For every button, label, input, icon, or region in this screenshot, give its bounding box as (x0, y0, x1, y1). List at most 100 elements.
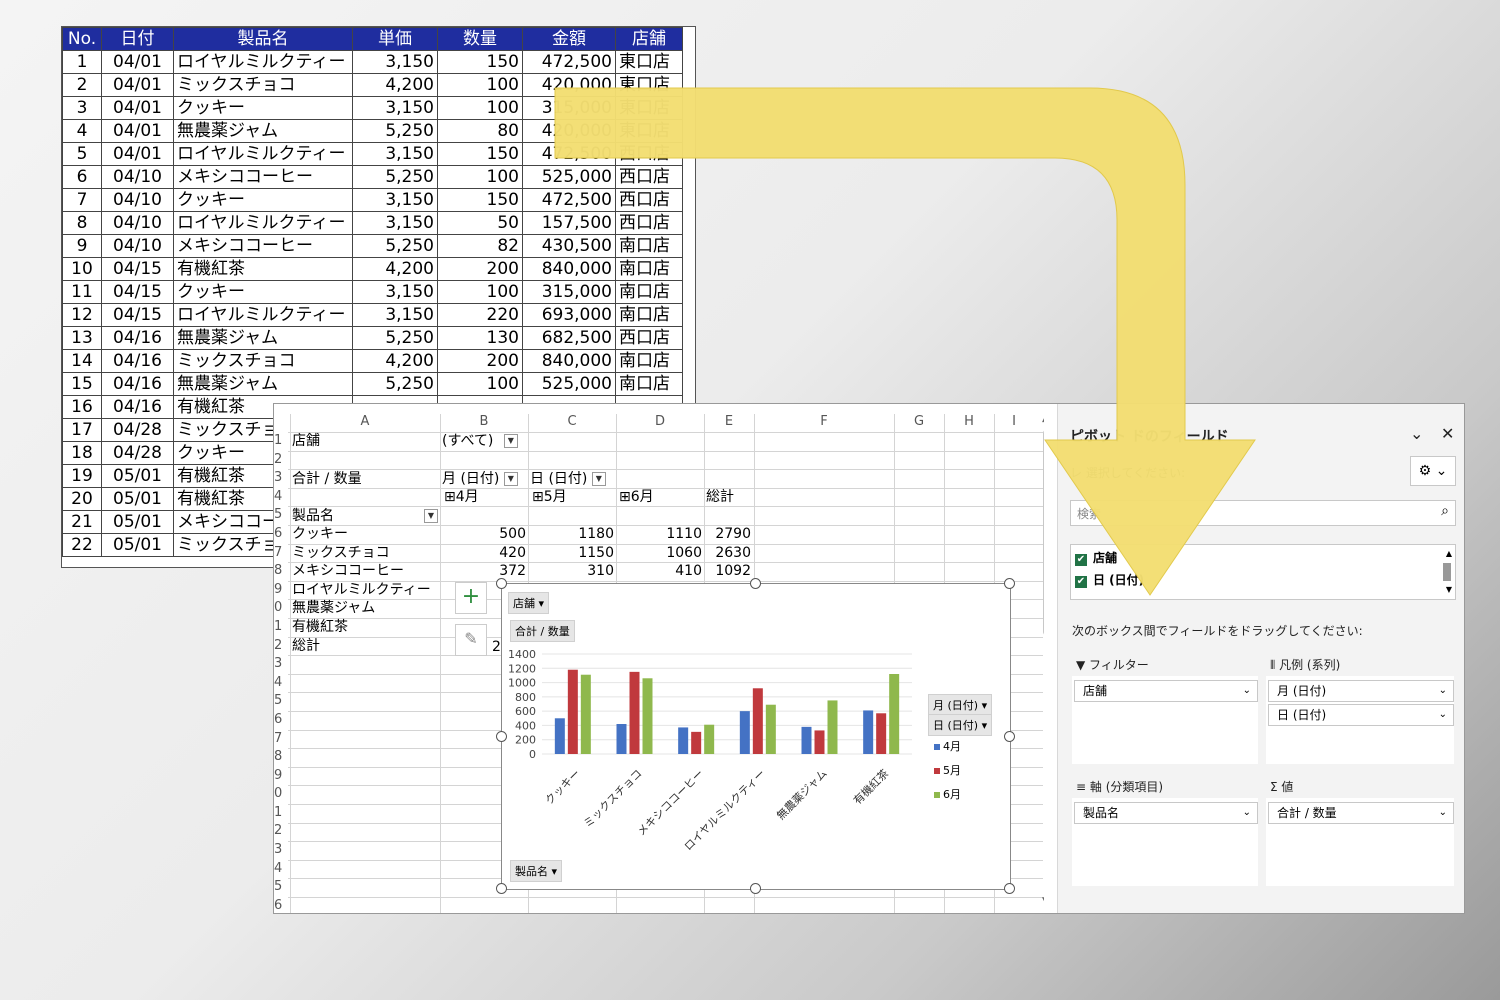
scroll-up-icon[interactable]: ▲ (1042, 414, 1044, 424)
col-header-d[interactable]: D (616, 414, 704, 429)
table-cell[interactable]: ロイヤルミルクティー (173, 303, 353, 327)
pivot-product-label[interactable]: 無農薬ジャム (292, 599, 375, 617)
table-cell[interactable]: 無農薬ジャム (173, 326, 353, 350)
table-cell[interactable]: 04/10 (101, 165, 174, 189)
table-cell[interactable]: 3,150 (352, 50, 438, 74)
table-cell[interactable]: ロイヤルミルクティー (173, 211, 353, 235)
table-cell[interactable]: 05/01 (101, 510, 174, 534)
table-cell[interactable]: 693,000 (522, 303, 616, 327)
row-number[interactable]: 2 (274, 637, 288, 656)
pivot-filter-value[interactable]: (すべて) ▼ (442, 432, 518, 450)
field-list-scroll-down-icon[interactable]: ▼ (1446, 585, 1452, 594)
table-cell[interactable]: 100 (437, 280, 523, 304)
scroll-down-icon[interactable]: ▼ (1042, 896, 1044, 906)
table-cell[interactable]: 19 (62, 464, 102, 488)
table-cell[interactable]: 3,150 (352, 303, 438, 327)
table-cell[interactable]: 220 (437, 303, 523, 327)
table-cell[interactable]: 2 (62, 73, 102, 97)
pivot-product-label[interactable]: メキシココーヒー (292, 562, 404, 580)
table-cell[interactable]: ミックスチョコ (173, 349, 353, 373)
table-cell[interactable]: 西口店 (615, 326, 683, 350)
table-cell[interactable]: 3,150 (352, 96, 438, 120)
table-cell[interactable]: 04/16 (101, 326, 174, 350)
field-list-item[interactable]: ✔ 日 (日付) (1075, 571, 1144, 588)
pivot-value-cell[interactable]: 1180 (554, 525, 614, 543)
resize-handle[interactable] (1004, 883, 1015, 894)
col-header-g[interactable]: G (894, 414, 944, 429)
table-cell[interactable]: 04/16 (101, 372, 174, 396)
table-cell[interactable]: 5,250 (352, 372, 438, 396)
day-dropdown-icon[interactable]: ▼ (591, 472, 606, 486)
table-cell[interactable]: 200 (437, 349, 523, 373)
table-cell[interactable]: 3,150 (352, 280, 438, 304)
table-cell[interactable]: 南口店 (615, 349, 683, 373)
table-cell[interactable]: 04/15 (101, 257, 174, 281)
pivot-value-cell[interactable]: 1092 (691, 562, 751, 580)
field-list[interactable]: ✔ 店舗 ✔ 日 (日付) ▲ ▼ (1070, 544, 1456, 600)
table-cell[interactable]: 525,000 (522, 165, 616, 189)
table-cell[interactable]: 東口店 (615, 96, 683, 120)
table-cell[interactable]: 4 (62, 119, 102, 143)
table-cell[interactable]: 150 (437, 50, 523, 74)
table-cell[interactable]: 5 (62, 142, 102, 166)
row-number[interactable]: 0 (274, 785, 288, 804)
resize-handle[interactable] (496, 578, 507, 589)
table-cell[interactable]: 315,000 (522, 96, 616, 120)
row-number[interactable]: 2 (274, 451, 288, 470)
row-number[interactable]: 7 (274, 730, 288, 749)
scroll-thumb[interactable] (1043, 430, 1044, 635)
col-header-a[interactable]: A (290, 414, 440, 429)
table-cell[interactable]: 東口店 (615, 50, 683, 74)
resize-handle[interactable] (496, 730, 507, 742)
table-cell[interactable]: ロイヤルミルクティー (173, 50, 353, 74)
row-number[interactable]: 9 (274, 581, 288, 600)
table-cell[interactable]: 04/15 (101, 280, 174, 304)
table-cell[interactable]: メキシココーヒー (173, 234, 353, 258)
table-cell[interactable]: 4,200 (352, 73, 438, 97)
table-cell[interactable]: 472,500 (522, 142, 616, 166)
pivot-product-label[interactable]: ミックスチョコ (292, 544, 390, 562)
table-cell[interactable]: クッキー (173, 280, 353, 304)
table-cell[interactable]: 10 (62, 257, 102, 281)
table-cell[interactable]: 9 (62, 234, 102, 258)
table-cell[interactable]: 18 (62, 441, 102, 465)
pivot-product-label[interactable]: ロイヤルミルクティー (292, 581, 431, 599)
table-cell[interactable]: 1 (62, 50, 102, 74)
table-cell[interactable]: 840,000 (522, 257, 616, 281)
col-header-h[interactable]: H (944, 414, 994, 429)
table-cell[interactable]: 西口店 (615, 142, 683, 166)
table-cell[interactable]: ロイヤルミルクティー (173, 142, 353, 166)
pivot-value-cell[interactable]: 2630 (691, 544, 751, 562)
filter-dropdown-icon[interactable]: ▼ (503, 434, 518, 448)
table-cell[interactable]: 14 (62, 349, 102, 373)
row-number[interactable]: 1 (274, 804, 288, 823)
table-cell[interactable]: 150 (437, 188, 523, 212)
field-list-item[interactable]: ✔ 店舗 (1075, 549, 1117, 566)
row-number[interactable]: 8 (274, 562, 288, 581)
table-cell[interactable]: 472,500 (522, 50, 616, 74)
table-cell[interactable]: 南口店 (615, 257, 683, 281)
table-cell[interactable]: 04/15 (101, 303, 174, 327)
row-number[interactable]: 3 (274, 841, 288, 860)
table-cell[interactable]: 3,150 (352, 211, 438, 235)
chart-elements-button[interactable]: + (455, 582, 487, 614)
table-cell[interactable]: 525,000 (522, 372, 616, 396)
col-header-e[interactable]: E (704, 414, 754, 429)
legend-entry[interactable]: 6月 (934, 786, 961, 802)
month-6[interactable]: ⊞6月 (619, 488, 654, 506)
table-cell[interactable]: 04/28 (101, 441, 174, 465)
resize-handle[interactable] (750, 578, 761, 589)
row-number[interactable]: 8 (274, 748, 288, 767)
table-cell[interactable]: 16 (62, 395, 102, 419)
pivot-product-label[interactable]: 有機紅茶 (292, 618, 348, 636)
table-cell[interactable]: クッキー (173, 96, 353, 120)
table-cell[interactable]: 472,500 (522, 188, 616, 212)
table-cell[interactable]: 20 (62, 487, 102, 511)
table-cell[interactable]: 04/01 (101, 50, 174, 74)
table-cell[interactable]: 04/01 (101, 96, 174, 120)
table-cell[interactable]: 05/01 (101, 464, 174, 488)
table-cell[interactable]: 西口店 (615, 211, 683, 235)
table-cell[interactable]: 682,500 (522, 326, 616, 350)
col-header-c[interactable]: C (528, 414, 616, 429)
table-cell[interactable]: 04/10 (101, 211, 174, 235)
